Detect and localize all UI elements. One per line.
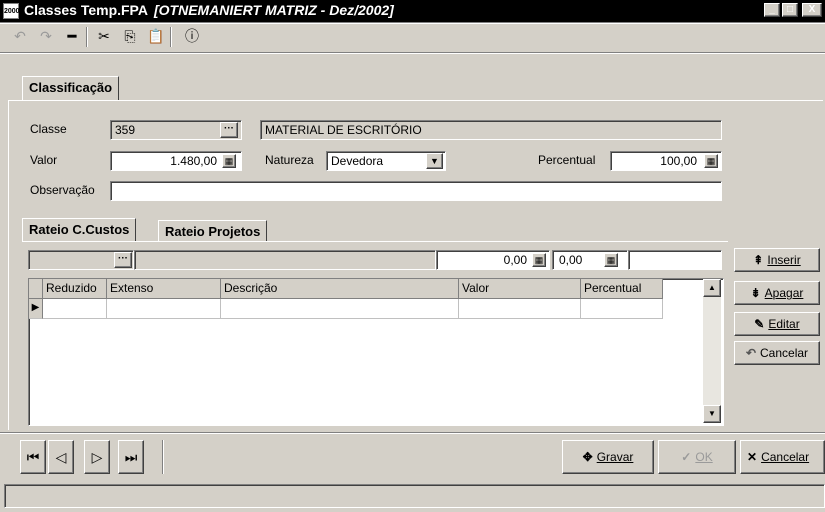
tab-rateio-custos-label: Rateio C.Custos <box>29 222 130 237</box>
column-header-descricao[interactable]: Descrição <box>221 279 459 299</box>
close-icon: ✕ <box>747 450 758 464</box>
toolbar-bottom-divider <box>0 52 825 54</box>
ok-label: OK <box>695 450 713 464</box>
cancelar-row-button[interactable]: ↶ Cancelar <box>734 341 820 365</box>
toolbar-top-divider <box>0 22 825 24</box>
minimize-button[interactable]: _ <box>764 3 780 17</box>
next-record-icon[interactable]: ▷ <box>84 440 110 474</box>
undo-icon[interactable]: ↶ <box>8 25 32 49</box>
undo-icon: ↶ <box>745 346 757 360</box>
insert-row-icon: ⇞ <box>753 253 764 267</box>
toolbar-separator <box>86 27 88 47</box>
nav-top-divider <box>0 432 825 434</box>
grid-corner <box>29 279 43 299</box>
app-icon: 2000 <box>3 3 20 19</box>
cancelar-button[interactable]: ✕ Cancelar <box>740 440 825 474</box>
inserir-label: Inserir <box>767 253 801 267</box>
redo-icon[interactable]: ↷ <box>34 25 58 49</box>
title-bar[interactable]: 2000 Classes Temp.FPA [OTNEMANIERT MATRIZ… <box>0 0 825 22</box>
grid-scrollbar[interactable]: ▲ ▼ <box>703 279 721 423</box>
check-icon: ✓ <box>681 450 692 464</box>
previous-record-icon[interactable]: ◁ <box>48 440 74 474</box>
table-cell[interactable] <box>107 299 221 319</box>
apagar-label: Apagar <box>764 286 804 300</box>
status-bar <box>4 484 825 508</box>
window-subtitle: [OTNEMANIERT MATRIZ - Dez/2002] <box>153 2 394 18</box>
column-header-reduzido[interactable]: Reduzido <box>43 279 107 299</box>
table-cell[interactable] <box>221 299 459 319</box>
valor-calculator-icon[interactable]: ▦ <box>222 154 236 168</box>
info-icon[interactable]: ⓘ <box>180 25 204 49</box>
rateio-grid[interactable]: Reduzido Extenso Descrição Valor Percent… <box>28 278 724 426</box>
apagar-button[interactable]: ⇟ Apagar <box>734 281 820 305</box>
chevron-down-icon[interactable]: ▼ <box>426 153 443 169</box>
observacao-field[interactable] <box>110 181 722 201</box>
rateio-percentual-calculator-icon[interactable]: ▦ <box>604 253 618 267</box>
centro-custo-lookup-button[interactable]: ··· <box>114 252 132 268</box>
editar-button[interactable]: ✎ Editar <box>734 312 820 336</box>
edit-icon: ✎ <box>754 317 765 331</box>
save-icon: ✥ <box>582 450 593 464</box>
natureza-label: Natureza <box>265 153 314 167</box>
tab-rateio-custos[interactable]: Rateio C.Custos <box>22 218 137 242</box>
tab-rateio-projetos[interactable]: Rateio Projetos <box>158 220 268 242</box>
subtab-panel-edge <box>22 241 728 242</box>
inserir-button[interactable]: ⇞ Inserir <box>734 248 820 272</box>
delete-row-icon: ⇟ <box>750 286 761 300</box>
classe-label: Classe <box>30 122 67 136</box>
editar-label: Editar <box>768 317 800 331</box>
tab-classificacao[interactable]: Classificação <box>22 76 120 101</box>
first-record-icon[interactable]: ⏮ <box>20 440 46 474</box>
column-header-percentual[interactable]: Percentual <box>581 279 663 299</box>
scroll-down-icon[interactable]: ▼ <box>703 405 721 423</box>
cancelar-label: Cancelar <box>761 450 810 464</box>
rateio-valor-calculator-icon[interactable]: ▦ <box>532 253 546 267</box>
cancelar-row-label: Cancelar <box>760 346 809 360</box>
cut-icon[interactable]: ✂ <box>92 25 116 49</box>
table-cell[interactable] <box>43 299 107 319</box>
column-header-valor[interactable]: Valor <box>459 279 581 299</box>
rateio-extra-field[interactable] <box>628 250 722 270</box>
percentual-calculator-icon[interactable]: ▦ <box>704 154 718 168</box>
window-title: Classes Temp.FPA [OTNEMANIERT MATRIZ - De… <box>24 2 394 18</box>
scroll-up-icon[interactable]: ▲ <box>703 279 721 297</box>
toolbar-separator <box>170 27 172 47</box>
percentual-label: Percentual <box>538 153 596 167</box>
table-cell[interactable] <box>581 299 663 319</box>
observacao-label: Observação <box>30 183 95 197</box>
ok-button[interactable]: ✓ OK <box>658 440 736 474</box>
row-indicator: ▶ <box>29 299 43 319</box>
maximize-button[interactable]: □ <box>782 3 798 17</box>
window-title-text: Classes Temp.FPA <box>24 2 148 18</box>
nav-separator <box>162 440 164 474</box>
classe-description: MATERIAL DE ESCRITÓRIO <box>260 120 722 140</box>
paste-icon[interactable]: 📋 <box>144 25 168 49</box>
delete-record-icon[interactable]: ━ <box>60 25 84 49</box>
column-header-extenso[interactable]: Extenso <box>107 279 221 299</box>
last-record-icon[interactable]: ⏭ <box>118 440 144 474</box>
gravar-button[interactable]: ✥ Gravar <box>562 440 654 474</box>
centro-custo-name-field <box>134 250 436 270</box>
gravar-label: Gravar <box>596 450 634 464</box>
close-button[interactable]: X <box>802 3 822 17</box>
classe-lookup-button[interactable]: ··· <box>220 122 238 138</box>
valor-label: Valor <box>30 153 58 167</box>
table-cell[interactable] <box>459 299 581 319</box>
copy-icon[interactable]: ⎘ <box>118 25 142 49</box>
